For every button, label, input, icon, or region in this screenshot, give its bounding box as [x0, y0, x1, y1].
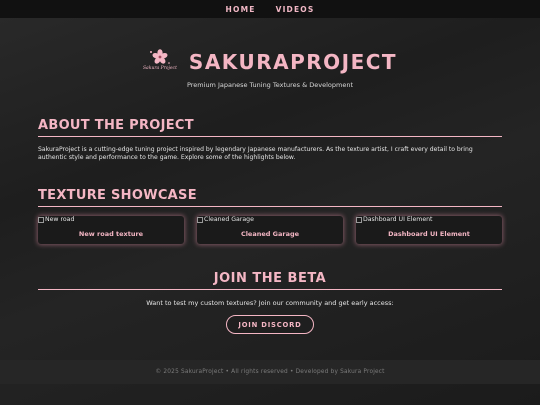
showcase-card-dashboard-ui[interactable]: Dashboard UI Element Dashboard UI Elemen…: [356, 216, 502, 244]
footer-text: © 2025 SakuraProject • All rights reserv…: [155, 369, 385, 375]
sakura-flower-icon: [149, 49, 170, 64]
showcase-cards: New road New road texture Cleaned Garage…: [38, 216, 502, 244]
card-image-alt: Dashboard UI Element: [363, 216, 433, 223]
card-image-alt: Cleaned Garage: [204, 216, 254, 223]
logo-script-text: Sakura Project: [142, 66, 177, 71]
card-image: Cleaned Garage: [197, 216, 254, 223]
top-nav: HOME VIDEOS: [0, 0, 540, 18]
site-logo: Sakura Project: [143, 48, 177, 76]
broken-image-icon: [356, 216, 362, 223]
hero-header: Sakura Project SAKURAPROJECT: [0, 48, 540, 76]
nav-link-videos[interactable]: VIDEOS: [276, 5, 315, 14]
showcase-card-cleaned-garage[interactable]: Cleaned Garage Cleaned Garage: [197, 216, 343, 244]
card-image: Dashboard UI Element: [356, 216, 432, 223]
card-image-alt: New road: [45, 216, 75, 223]
card-image: New road: [38, 216, 74, 223]
card-title: Cleaned Garage: [240, 230, 300, 238]
showcase-heading: TEXTURE SHOWCASE: [38, 188, 502, 207]
about-heading: ABOUT THE PROJECT: [38, 118, 502, 137]
tagline: Premium Japanese Tuning Textures & Devel…: [186, 81, 354, 89]
beta-text: Want to test my custom textures? Join ou…: [146, 299, 394, 307]
broken-image-icon: [197, 216, 203, 223]
card-title: New road texture: [78, 230, 144, 238]
site-title: SAKURAPROJECT: [188, 50, 398, 74]
broken-image-icon: [38, 216, 44, 223]
beta-heading: JOIN THE BETA: [38, 271, 502, 290]
card-title: Dashboard UI Element: [388, 230, 470, 238]
nav-link-home[interactable]: HOME: [226, 5, 256, 14]
about-text: SakuraProject is a cutting-edge tuning p…: [38, 146, 473, 162]
join-discord-button[interactable]: JOIN DISCORD: [226, 315, 314, 334]
showcase-card-new-road[interactable]: New road New road texture: [38, 216, 184, 244]
footer: © 2025 SakuraProject • All rights reserv…: [0, 360, 540, 384]
